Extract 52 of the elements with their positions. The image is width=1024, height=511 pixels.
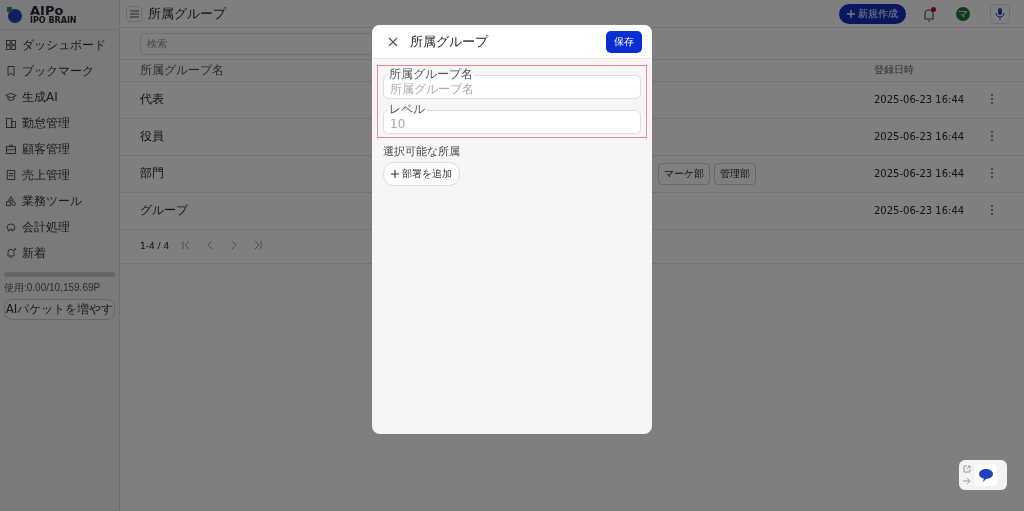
bookmark-icon	[5, 65, 17, 77]
graduation-cap-icon	[5, 91, 17, 103]
department-tag: マーケ部	[658, 162, 710, 185]
dialog-title: 所属グループ	[410, 32, 490, 51]
sidebar-item[interactable]: 勤怠管理	[0, 110, 119, 136]
table-cell-text: 2025-06-23 16:44	[874, 168, 966, 179]
page-range: 1-4 / 4	[140, 241, 170, 251]
department-tag: 管理部	[714, 162, 756, 185]
table-cell-text: 2025-06-23 16:44	[874, 94, 966, 105]
table-cell-text: 2025-06-23 16:44	[874, 205, 966, 216]
sidebar-item[interactable]: 会計処理	[0, 214, 119, 240]
bell-icon[interactable]	[922, 7, 936, 22]
sidebar-item[interactable]: 顧客管理	[0, 136, 119, 162]
menu-icon[interactable]	[126, 5, 142, 22]
sidebar-item[interactable]: ブックマーク	[0, 58, 119, 84]
new-button[interactable]: 新規作成	[839, 3, 906, 24]
sidebar-item[interactable]: ダッシュボード	[0, 32, 119, 58]
avatar[interactable]: マ	[956, 6, 970, 21]
sidebar-item[interactable]: 生成AI	[0, 84, 119, 110]
arrow-icon[interactable]	[963, 477, 971, 485]
external-link-icon[interactable]	[963, 465, 971, 473]
logo-icon	[6, 5, 24, 24]
column-header: 登録日時	[874, 63, 915, 77]
sidebar-item[interactable]: 新着	[0, 240, 119, 266]
table-cell: グループ	[140, 203, 188, 217]
plus-icon	[847, 9, 855, 18]
table-cell: 役員	[140, 129, 164, 143]
page-title: 所属グループ	[148, 4, 226, 23]
column-header: 所属グループ名	[140, 62, 224, 77]
briefcase-icon	[5, 143, 17, 155]
field-label: 所属グループ名	[388, 68, 474, 80]
save-button[interactable]: 保存	[606, 30, 642, 53]
field-label: レベル	[388, 103, 426, 115]
logo-subtitle: IPO BRAIN	[30, 17, 77, 25]
building-icon	[5, 117, 17, 129]
sidebar-item[interactable]: 業務ツール	[0, 188, 119, 214]
plus-icon	[391, 170, 399, 178]
shapes-icon	[5, 195, 17, 207]
usage-text: 使用:0.00/10,159.69P	[4, 281, 102, 295]
bell-icon	[5, 247, 17, 259]
table-cell-text: 2025-06-23 16:44	[874, 131, 966, 142]
sidebar-item[interactable]: 売上管理	[0, 162, 119, 188]
logo-name: AIPo	[30, 4, 64, 17]
table-cell: 部門	[140, 166, 164, 180]
microphone-icon[interactable]	[990, 3, 1010, 24]
section-label: 選択可能な所属	[383, 144, 461, 159]
add-packet-button[interactable]: AIパケットを増やす	[4, 299, 115, 320]
grid-icon	[5, 39, 17, 51]
table-cell: 代表	[140, 92, 164, 106]
add-department-button[interactable]: 部署を追加	[383, 162, 460, 186]
ledger-icon	[5, 169, 17, 181]
chat-bubble-icon[interactable]	[978, 468, 994, 482]
